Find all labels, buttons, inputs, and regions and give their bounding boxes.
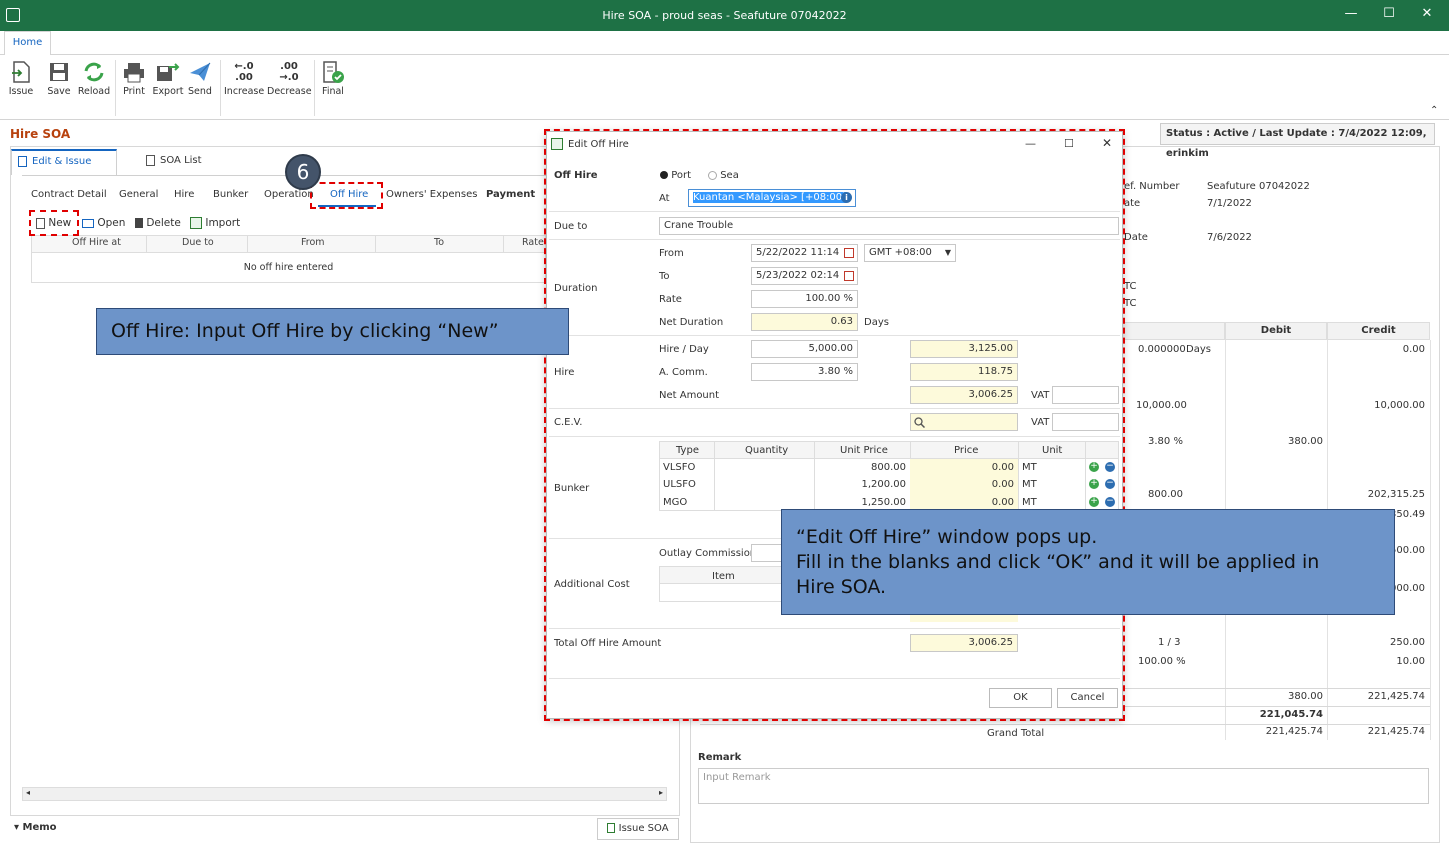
date-label: ate — [1124, 198, 1141, 209]
import-icon — [190, 217, 202, 229]
col-to[interactable]: To — [434, 237, 444, 248]
list-icon — [146, 155, 155, 166]
credit-header: Credit — [1327, 322, 1430, 340]
decrease-button[interactable]: .00 →.0 Decrease — [267, 58, 312, 97]
grand-total-label: Grand Total — [987, 728, 1045, 739]
window-title: Hire SOA - proud seas - Seafuture 070420… — [602, 9, 847, 22]
ribbon-tab-strip — [0, 31, 1449, 55]
final-icon — [318, 58, 348, 86]
grand-total-credit: 221,425.74 — [1367, 726, 1425, 737]
tab-home[interactable]: Home — [4, 31, 51, 56]
print-button[interactable]: Print — [119, 58, 149, 97]
increase-decimal-icon: ←.0.00 — [234, 61, 254, 83]
dialog-highlight-box — [544, 129, 1125, 721]
trash-icon — [135, 218, 143, 228]
remark-label: Remark — [698, 752, 742, 763]
maximize-button[interactable]: ☐ — [1374, 6, 1404, 21]
callout-new: Off Hire: Input Off Hire by clicking “Ne… — [96, 308, 569, 355]
col-off-hire-at[interactable]: Off Hire at — [72, 237, 121, 248]
horizontal-scrollbar[interactable]: ◂ ▸ — [22, 787, 667, 801]
subtab-contract-detail[interactable]: Contract Detail — [31, 189, 107, 200]
off-hire-highlight-box — [310, 182, 383, 209]
subtab-operation[interactable]: Operation — [264, 189, 314, 200]
due-date-label: Date — [1124, 232, 1148, 243]
col-due-to[interactable]: Due to — [182, 237, 214, 248]
ribbon-collapse-icon[interactable]: ⌃ — [1430, 105, 1438, 116]
debit-header: Debit — [1225, 322, 1327, 340]
export-icon — [151, 58, 185, 86]
date-value: 7/1/2022 — [1207, 198, 1252, 209]
save-icon — [44, 58, 74, 86]
reload-icon — [77, 58, 111, 86]
status-bar: Status : Active / Last Update : 7/4/2022… — [1160, 123, 1435, 159]
import-button[interactable]: Import — [190, 217, 240, 229]
delete-button[interactable]: Delete — [135, 217, 181, 229]
balance-value: 221,045.74 — [1259, 709, 1323, 720]
final-button[interactable]: Final — [318, 58, 348, 97]
open-icon — [82, 218, 94, 228]
scroll-right-icon[interactable]: ▸ — [659, 788, 663, 797]
decrease-decimal-icon: .00 →.0 — [279, 61, 299, 83]
print-icon — [119, 58, 149, 86]
page-title: Hire SOA — [10, 127, 71, 141]
increase-button[interactable]: ←.0.00 Increase — [224, 58, 264, 97]
issue-soa-button[interactable]: Issue SOA — [597, 818, 679, 840]
tab-edit-issue[interactable]: Edit & Issue — [11, 149, 117, 175]
reload-button[interactable]: Reload — [77, 58, 111, 97]
ref-number-value: Seafuture 07042022 — [1207, 181, 1310, 192]
ribbon — [0, 55, 1449, 120]
send-icon — [186, 58, 214, 86]
grand-total-debit: 221,425.74 — [1265, 726, 1323, 737]
total-credit: 221,425.74 — [1367, 691, 1425, 702]
issue-icon — [6, 58, 36, 86]
send-button[interactable]: Send — [186, 58, 214, 97]
title-bar: Hire SOA - proud seas - Seafuture 070420… — [0, 0, 1449, 31]
edit-icon — [18, 156, 27, 167]
callout-dialog: “Edit Off Hire” window pops up. Fill in … — [781, 509, 1395, 615]
issue-soa-icon — [607, 823, 616, 833]
subtab-hire[interactable]: Hire — [174, 189, 194, 200]
subtab-general[interactable]: General — [119, 189, 158, 200]
open-button[interactable]: Open — [82, 217, 125, 229]
caret-down-icon: ▾ — [14, 822, 23, 833]
step-badge: 6 — [285, 154, 321, 190]
minimize-button[interactable]: — — [1336, 6, 1366, 21]
total-debit: 380.00 — [1288, 691, 1323, 702]
remark-input[interactable]: Input Remark — [698, 768, 1429, 804]
tc-label-2: TC — [1124, 298, 1137, 309]
memo-toggle[interactable]: ▾ Memo — [14, 822, 57, 833]
due-date-value: 7/6/2022 — [1207, 232, 1252, 243]
col-from[interactable]: From — [301, 237, 325, 248]
scroll-left-icon[interactable]: ◂ — [26, 788, 30, 797]
save-button[interactable]: Save — [44, 58, 74, 97]
col-rate[interactable]: Rate — [522, 237, 544, 248]
close-button[interactable]: ✕ — [1412, 6, 1442, 21]
new-highlight-box — [29, 210, 79, 236]
issue-button[interactable]: Issue — [6, 58, 36, 97]
subtab-payment[interactable]: Payment — [486, 189, 535, 200]
tab-soa-list[interactable]: SOA List — [146, 149, 202, 173]
subtab-owners-expenses[interactable]: Owners' Expenses — [386, 189, 477, 200]
empty-message: No off hire entered — [31, 253, 546, 283]
subtab-bunker[interactable]: Bunker — [213, 189, 248, 200]
ref-number-label: ef. Number — [1124, 181, 1180, 192]
export-button[interactable]: Export — [151, 58, 185, 97]
tc-label-1: TC — [1124, 281, 1137, 292]
